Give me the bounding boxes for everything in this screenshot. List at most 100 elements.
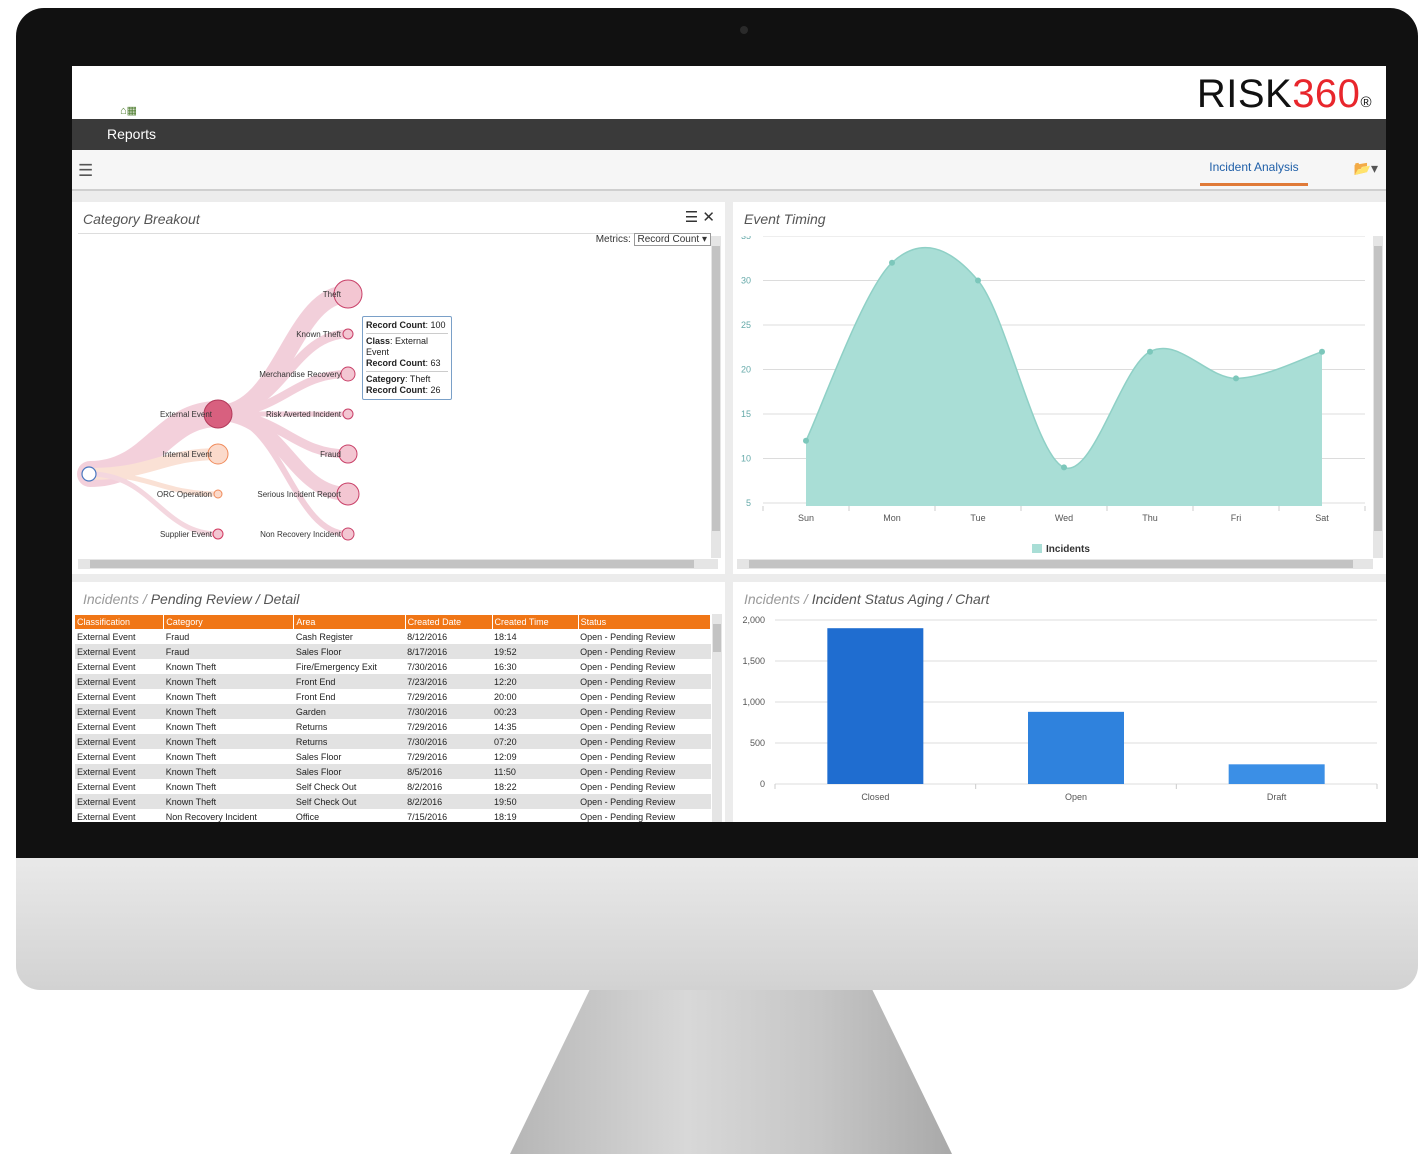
y-tick-label: 10	[741, 454, 751, 464]
table-cell: External Event	[77, 781, 136, 792]
table-row[interactable]: External Event Known Theft Front End 7/23/2…	[75, 674, 711, 689]
table-cell: External Event	[75, 734, 164, 749]
table-cell: 20:00	[494, 691, 517, 702]
table-cell: Open - Pending Review	[578, 674, 711, 689]
table-cell: Fraud	[163, 644, 294, 659]
table-cell: Cash Register	[295, 631, 353, 642]
table-cell: 7/29/2016	[407, 751, 448, 762]
column-header[interactable]: Created Time	[492, 615, 579, 629]
label-internal-event: Internal Event	[163, 450, 213, 459]
close-icon[interactable]: ✕	[702, 209, 715, 226]
table-cell: Open - Pending Review	[580, 811, 676, 822]
table-cell: 12:09	[494, 751, 517, 762]
node-risk-averted-incident[interactable]	[342, 408, 354, 420]
table-row[interactable]: External Event Known Theft Sales Floor 7/29…	[75, 749, 711, 764]
table-cell: External Event	[77, 751, 136, 762]
table-row[interactable]: External Event Fraud Sales Floor 8/17/2016 1…	[75, 644, 711, 659]
table-cell: 07:20	[492, 734, 579, 749]
panel-controls: ☰ ✕	[685, 208, 715, 226]
x-tick-label: Wed	[1055, 513, 1073, 523]
panel-title: Incidents / Incident Status Aging / Char…	[744, 591, 990, 607]
x-tick-label: Draft	[1267, 792, 1287, 802]
table-cell: Open - Pending Review	[580, 631, 676, 642]
table-row[interactable]: External Event Known Theft Garden 7/30/2016…	[75, 704, 711, 719]
table-cell: Open - Pending Review	[580, 751, 676, 762]
data-point	[975, 277, 981, 284]
category-tree-diagram: External Event Internal Event ORC Operat…	[77, 279, 363, 541]
column-header[interactable]: Created Date	[405, 615, 493, 629]
table-cell: External Event	[75, 704, 164, 719]
table-cell: 12:20	[492, 674, 579, 689]
label-orc-operation: ORC Operation	[157, 490, 212, 499]
monitor-chin	[16, 858, 1418, 990]
detail-table: Classification Category Area Created Date Cr…	[75, 615, 712, 822]
vertical-scrollbar[interactable]	[1373, 236, 1383, 558]
label-supplier-event: Supplier Event	[160, 530, 213, 539]
table-cell: Non Recovery Incident	[165, 811, 257, 822]
panel-title: Category Breakout	[83, 211, 200, 227]
table-row[interactable]: External Event Known Theft Front End 7/29/2…	[75, 689, 711, 704]
table-cell: 7/30/2016	[405, 704, 493, 719]
tab-incident-analysis[interactable]: Incident Analysis	[1200, 160, 1308, 186]
table-row[interactable]: External Event Known Theft Returns 7/30/201…	[75, 734, 711, 749]
brand-text: RISK	[1196, 72, 1293, 116]
data-point	[803, 437, 809, 444]
node-supplier-event[interactable]	[212, 528, 224, 540]
hamburger-menu-icon[interactable]: ☰	[78, 161, 93, 181]
column-header[interactable]: Classification	[75, 615, 165, 629]
node-non-recovery-incident[interactable]	[341, 527, 355, 541]
data-point	[889, 259, 895, 266]
table-cell: 7/30/2016	[407, 661, 448, 672]
node-fraud[interactable]	[338, 444, 358, 464]
table-cell: Front End	[295, 691, 336, 702]
table-cell: Office	[295, 811, 320, 822]
table-cell: External Event	[77, 631, 136, 642]
table-row[interactable]: External Event Fraud Cash Register 8/12/201…	[75, 629, 711, 644]
vertical-scrollbar[interactable]	[712, 614, 722, 822]
nav-reports[interactable]: Reports	[107, 126, 156, 142]
data-point	[1061, 464, 1067, 471]
x-tick-label: Closed	[861, 792, 889, 802]
table-cell: External Event	[77, 691, 136, 702]
node-merchandise-recovery[interactable]	[340, 366, 356, 382]
table-row[interactable]: External Event Known Theft Sales Floor 8/5/…	[75, 764, 711, 779]
data-point	[1147, 348, 1153, 355]
table-row[interactable]: External Event Non Recovery Incident Offic…	[75, 809, 711, 822]
panel-menu-icon[interactable]: ☰	[685, 209, 698, 226]
node-known-theft[interactable]	[342, 328, 354, 340]
table-cell: Fire/Emergency Exit	[295, 661, 377, 672]
table-cell: 8/2/2016	[405, 794, 493, 809]
table-cell: 14:35	[494, 721, 517, 732]
folder-icon[interactable]: 📂▾	[1354, 160, 1378, 177]
node-orc-operation[interactable]	[213, 489, 223, 499]
column-header[interactable]: Category	[163, 615, 295, 629]
column-header[interactable]: Area	[293, 615, 406, 629]
breadcrumb[interactable]: Incidents /	[83, 591, 151, 607]
table-cell: 18:22	[494, 781, 517, 792]
table-cell: 8/12/2016	[407, 631, 448, 642]
table-cell: Known Theft	[163, 674, 294, 689]
table-cell: Open - Pending Review	[578, 734, 711, 749]
table-row[interactable]: External Event Known Theft Returns 7/29/201…	[75, 719, 711, 734]
legend-label: Incidents	[1046, 544, 1090, 555]
table-cell: 7/29/2016	[407, 691, 448, 702]
breadcrumb[interactable]: Incidents /	[744, 591, 812, 607]
label-known-theft: Known Theft	[296, 330, 342, 339]
table-cell: Returns	[293, 734, 406, 749]
x-tick-label: Sun	[798, 513, 814, 523]
label-non-recovery-incident: Non Recovery Incident	[260, 530, 342, 539]
home-icon[interactable]: ⌂▦	[120, 104, 137, 117]
table-cell: Open - Pending Review	[580, 781, 676, 792]
column-header[interactable]: Status	[578, 615, 712, 629]
table-cell: Known Theft	[163, 764, 294, 779]
table-cell: 7/15/2016	[407, 811, 448, 822]
vertical-scrollbar[interactable]	[711, 236, 721, 558]
root-node[interactable]	[81, 466, 97, 482]
table-row[interactable]: External Event Known Theft Self Check Out 8…	[75, 779, 711, 794]
table-cell: 8/17/2016	[405, 644, 493, 659]
table-row[interactable]: External Event Known Theft Fire/Emergency …	[75, 659, 711, 674]
table-row[interactable]: External Event Known Theft Self Check Out 8…	[75, 794, 711, 809]
horizontal-scrollbar[interactable]	[78, 559, 718, 569]
horizontal-scrollbar[interactable]	[737, 559, 1373, 569]
legend-swatch	[1032, 544, 1042, 553]
